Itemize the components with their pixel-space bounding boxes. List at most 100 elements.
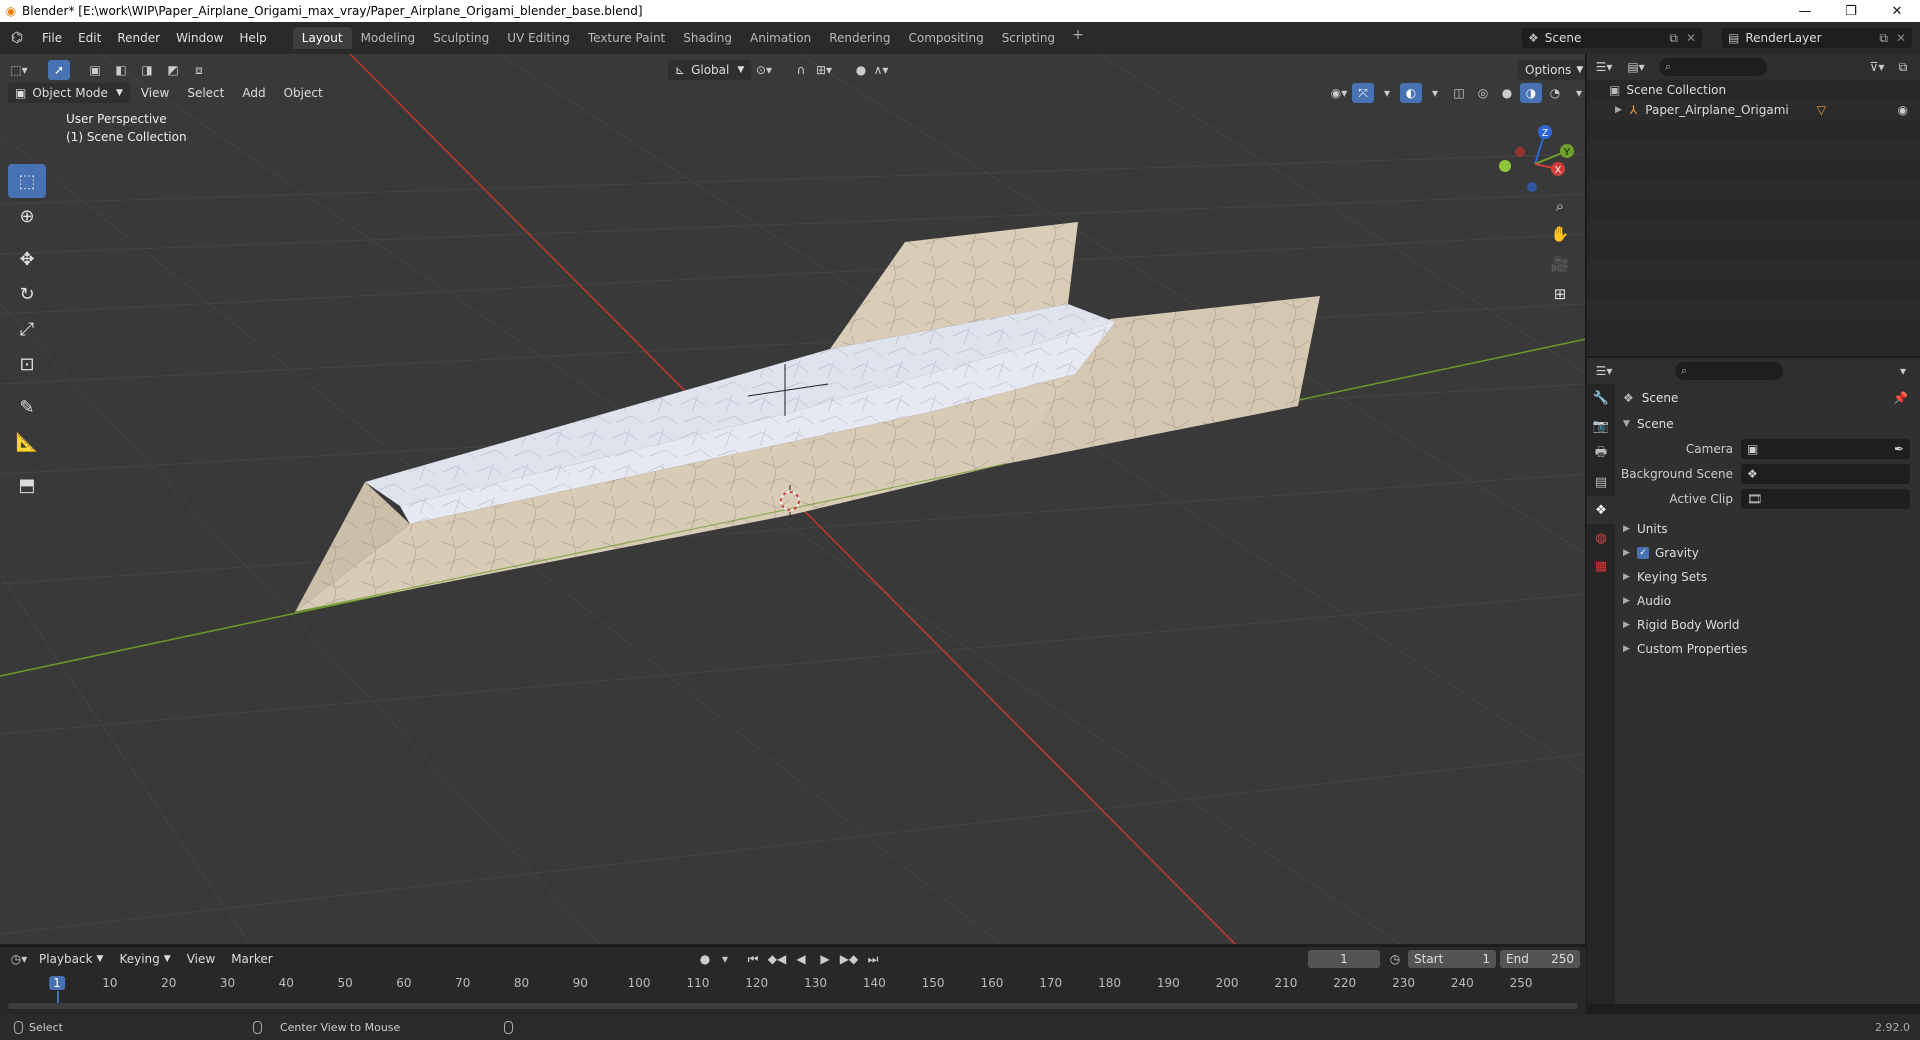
annotate-icon[interactable]: ✎ [8,390,46,424]
maximize-button[interactable]: ❐ [1828,0,1874,22]
preview-range-clock-icon[interactable]: ◷ [1384,949,1406,969]
tab-texture-paint[interactable]: Texture Paint [579,27,674,49]
world-tab-icon[interactable]: ◍ [1587,524,1615,552]
menu-file[interactable]: File [34,31,70,45]
camera-view-icon[interactable]: 🎥 [1546,250,1574,278]
select-mode-intersect-icon[interactable]: ⧈ [188,60,210,80]
menu-help[interactable]: Help [231,31,274,45]
tab-compositing[interactable]: Compositing [899,27,992,49]
jump-end-icon[interactable]: ⏭ [862,949,884,969]
outliner-item-paper-airplane[interactable]: ▶ ⅄ Paper_Airplane_Origami ▽ ◉ [1587,100,1920,120]
add-workspace-button[interactable]: + [1064,27,1092,49]
custom-properties-panel-header[interactable]: ▶ Custom Properties [1615,637,1920,661]
menu-marker[interactable]: Marker [224,949,279,969]
menu-select[interactable]: Select [180,83,231,103]
gravity-checkbox[interactable]: ✓ [1637,547,1649,559]
pivot-point-icon[interactable]: ⊙▾ [753,60,775,80]
overlay-dropdown-icon[interactable]: ▾ [1424,83,1446,103]
units-panel-header[interactable]: ▶ Units [1615,517,1920,541]
outliner-display-mode-icon[interactable]: ▤▾ [1625,57,1647,77]
gizmo-dropdown-icon[interactable]: ▾ [1376,83,1398,103]
3d-viewport[interactable]: ⬚▾ ➚ ▣ ◧ ◨ ◩ ⧈ ⊾ Global ▼ ⊙▾ ∩ ⊞▾ ● ∧▾ O… [0,54,1586,944]
camera-field[interactable]: ▣ ✒ [1741,438,1910,459]
menu-keying[interactable]: Keying ▼ [112,949,177,969]
output-tab-icon[interactable]: 🖶 [1587,440,1615,468]
outliner-editor-type-icon[interactable]: ☰▾ [1593,57,1615,77]
menu-edit[interactable]: Edit [70,31,109,45]
visibility-eye-icon[interactable]: ◉ [1898,103,1908,117]
select-box-icon[interactable]: ⬚ [8,164,46,198]
tab-layout[interactable]: Layout [292,27,352,49]
cursor-icon[interactable]: ⊕ [8,199,46,233]
timeline-editor-type-icon[interactable]: ◷▾ [8,949,30,969]
tab-shading[interactable]: Shading [674,27,741,49]
falloff-icon[interactable]: ∧▾ [870,60,892,80]
prev-keyframe-icon[interactable]: ◆◀ [766,949,788,969]
scene-selector[interactable]: ❖ Scene ⧉ ✕ [1522,28,1702,48]
view-layer-selector[interactable]: ▤ RenderLayer ⧉ ✕ [1722,28,1912,48]
minimize-button[interactable]: — [1782,0,1828,22]
add-cube-icon[interactable]: ⬒ [8,468,46,502]
select-mode-new-icon[interactable]: ▣ [84,60,106,80]
eyedropper-icon[interactable]: ✒ [1894,442,1904,456]
shading-wireframe-icon[interactable]: ◎ [1472,83,1494,103]
start-frame-field[interactable]: Start 1 [1408,950,1496,968]
render-tab-icon[interactable]: 📷 [1587,412,1615,440]
shading-rendered-icon[interactable]: ◔ [1544,83,1566,103]
properties-options-icon[interactable]: ▾ [1892,361,1914,381]
scene-copy-icon[interactable]: ⧉ [1669,31,1678,46]
snap-toggle-icon[interactable]: ∩ [790,60,812,80]
transform-orientation-dropdown[interactable]: ⊾ Global ▼ [668,60,752,80]
record-dropdown-icon[interactable]: ▾ [718,949,732,969]
texture-tab-icon[interactable]: ▦ [1587,552,1615,580]
pan-hand-icon[interactable]: ✋ [1546,220,1574,248]
tab-animation[interactable]: Animation [741,27,820,49]
shading-material-icon[interactable]: ◑ [1520,83,1542,103]
measure-icon[interactable]: 📐 [8,425,46,459]
record-icon[interactable]: ● [694,949,716,969]
menu-playback[interactable]: Playback ▼ [32,949,110,969]
scene-close-icon[interactable]: ✕ [1686,31,1696,45]
navigation-gizmo[interactable]: Z Y X [1490,114,1580,204]
transform-icon[interactable]: ⊡ [8,347,46,381]
properties-editor-type-icon[interactable]: ☰▾ [1593,361,1615,381]
menu-add[interactable]: Add [235,83,272,103]
filter-icon[interactable]: ⊽▾ [1866,57,1888,77]
keying-sets-panel-header[interactable]: ▶ Keying Sets [1615,565,1920,589]
select-tool-icon[interactable]: ➚ [48,60,70,80]
scale-icon[interactable]: ⤢ [8,312,46,346]
rotate-icon[interactable]: ↻ [8,277,46,311]
mode-dropdown[interactable]: ▣ Object Mode ▼ [8,83,130,103]
editor-type-icon[interactable]: ⬚▾ [8,60,30,80]
expand-arrow-icon[interactable]: ▶ [1615,105,1622,115]
select-mode-subtract-icon[interactable]: ◨ [136,60,158,80]
select-mode-invert-icon[interactable]: ◩ [162,60,184,80]
select-mode-extend-icon[interactable]: ◧ [110,60,132,80]
tab-scripting[interactable]: Scripting [993,27,1064,49]
move-icon[interactable]: ✥ [8,242,46,276]
shading-solid-icon[interactable]: ● [1496,83,1518,103]
background-scene-field[interactable]: ❖ [1741,463,1910,484]
current-frame-field[interactable]: 1 [1308,950,1380,968]
end-frame-field[interactable]: End 250 [1500,950,1580,968]
properties-search-input[interactable]: ⌕ [1675,362,1783,380]
tab-rendering[interactable]: Rendering [820,27,899,49]
gravity-panel-header[interactable]: ▶ ✓ Gravity [1615,541,1920,565]
jump-start-icon[interactable]: ⏮ [742,949,764,969]
close-button[interactable]: ✕ [1874,0,1920,22]
menu-window[interactable]: Window [168,31,231,45]
audio-panel-header[interactable]: ▶ Audio [1615,589,1920,613]
gizmo-toggle-icon[interactable]: ⤧ [1352,83,1374,103]
tool-tab-icon[interactable]: 🔧 [1587,384,1615,412]
scene-panel-header[interactable]: ▼ Scene [1615,412,1920,436]
menu-object[interactable]: Object [277,83,330,103]
new-collection-icon[interactable]: ⧉ [1892,57,1914,77]
pin-icon[interactable]: 📌 [1893,391,1908,405]
scene-tab-icon[interactable]: ❖ [1587,496,1615,524]
outliner-search-input[interactable]: ⌕ [1659,58,1767,76]
xray-toggle-icon[interactable]: ◫ [1448,83,1470,103]
view-layer-copy-icon[interactable]: ⧉ [1879,31,1888,46]
tab-sculpting[interactable]: Sculpting [424,27,498,49]
menu-timeline-view[interactable]: View [180,949,222,969]
zoom-icon[interactable]: ⌕ [1546,192,1574,220]
